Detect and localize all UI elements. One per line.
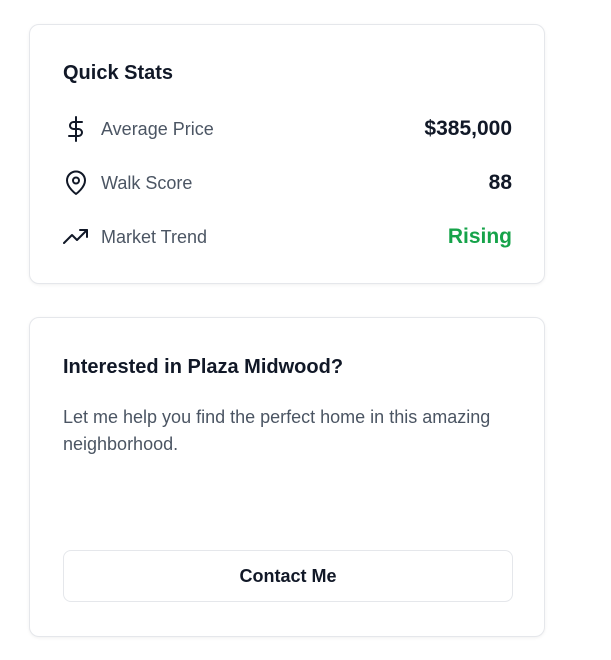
stat-label: Market Trend: [101, 226, 208, 247]
stat-row-average-price: Average Price $385,000: [63, 114, 512, 144]
location-pin-icon: [63, 170, 89, 196]
stat-label: Average Price: [101, 118, 214, 139]
stat-row-market-trend: Market Trend Rising: [63, 222, 512, 252]
stat-label: Walk Score: [101, 172, 193, 193]
market-trend-value: Rising: [447, 225, 512, 248]
dollar-icon: [63, 116, 89, 142]
stat-row-walk-score: Walk Score 88: [63, 168, 512, 198]
stat-value: $385,000: [424, 117, 512, 140]
contact-title: Interested in Plaza Midwood?: [63, 356, 344, 378]
quick-stats-card: Quick Stats Average Price $385,000 Walk …: [29, 24, 545, 284]
contact-description: Let me help you find the perfect home in…: [63, 407, 491, 454]
stat-value: 88: [488, 171, 512, 194]
trending-up-icon: [63, 224, 89, 250]
quick-stats-title: Quick Stats: [63, 62, 174, 84]
contact-card: Interested in Plaza Midwood? Let me help…: [29, 317, 545, 637]
contact-me-button[interactable]: Contact Me: [63, 550, 513, 602]
